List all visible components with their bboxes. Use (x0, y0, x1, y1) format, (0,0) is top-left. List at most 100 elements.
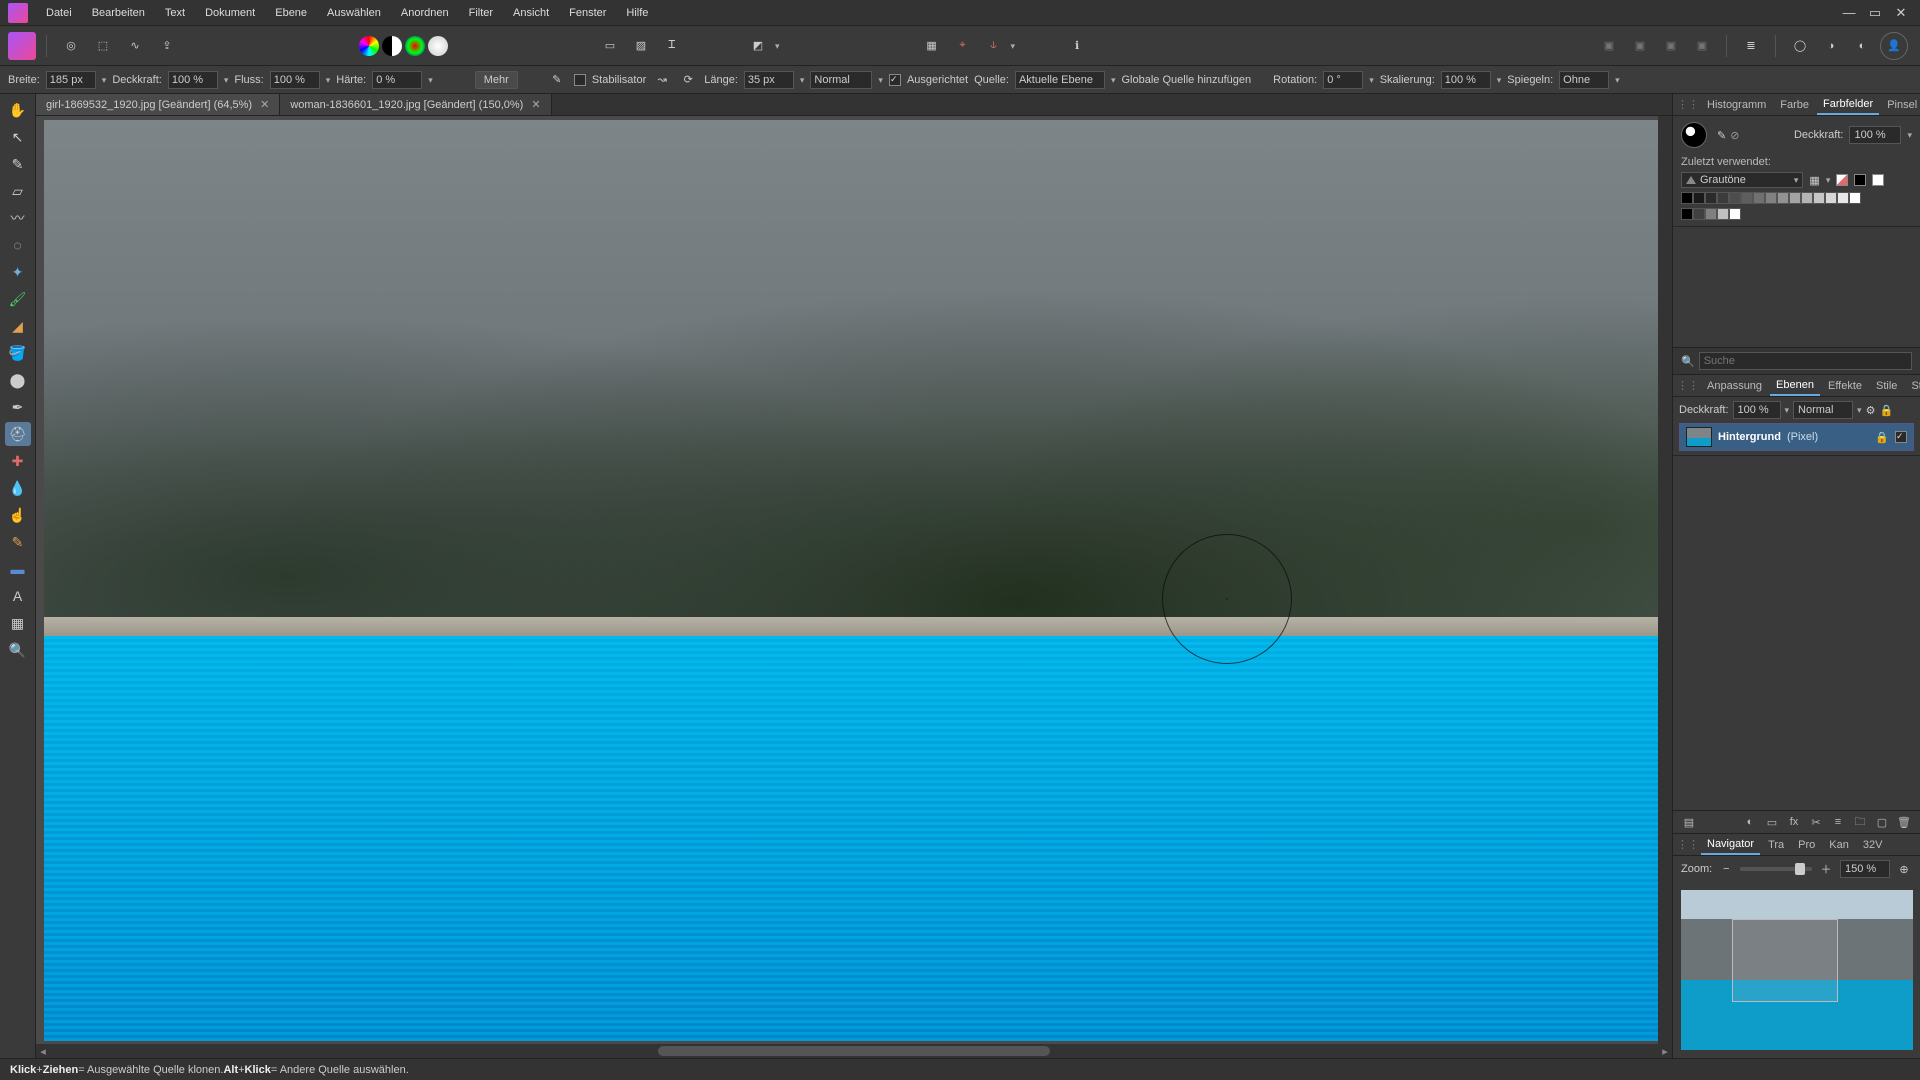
account-icon[interactable]: 👤 (1880, 32, 1908, 60)
current-stroke-swatch[interactable] (1872, 174, 1884, 186)
share-icon[interactable]: ⇪ (153, 32, 181, 60)
gear-icon[interactable]: ⚙ (1866, 404, 1876, 417)
tab-brushes[interactable]: Pinsel (1881, 96, 1920, 114)
canvas[interactable]: ◂ ▸ (36, 116, 1672, 1058)
color-wheel-icon[interactable] (359, 36, 379, 56)
maximize-button[interactable]: ▭ (1868, 6, 1882, 20)
arrange-icon[interactable]: ≣ (1737, 32, 1765, 60)
snap-icon[interactable]: ⌖ (949, 32, 977, 60)
minimize-button[interactable]: — (1842, 6, 1856, 20)
color-picker-tool[interactable]: ✎ (5, 152, 31, 176)
pressure-size-icon[interactable]: ✎ (546, 69, 568, 91)
chevron-down-icon[interactable] (1615, 74, 1620, 86)
align-center-icon[interactable]: ▣ (1626, 32, 1654, 60)
chevron-down-icon[interactable] (775, 40, 780, 52)
width-input[interactable] (46, 71, 96, 89)
fill-tool[interactable]: 🪣 (5, 341, 31, 365)
clone-tool[interactable]: ⛑ (5, 422, 31, 446)
dodge-tool[interactable]: ⬤ (5, 368, 31, 392)
swatch[interactable] (1849, 192, 1861, 204)
zoom-target-icon[interactable]: ⊕ (1896, 861, 1912, 877)
swatch[interactable] (1753, 192, 1765, 204)
zoom-out-icon[interactable]: − (1718, 861, 1734, 877)
fx-icon[interactable]: fx (1786, 814, 1802, 830)
rectangle-tool[interactable]: ▬ (5, 557, 31, 581)
lock-icon[interactable]: 🔒 (1879, 404, 1893, 417)
swatch[interactable] (1705, 208, 1717, 220)
eyedropper-icon[interactable]: ✎ (1717, 129, 1726, 142)
menu-hilfe[interactable]: Hilfe (616, 3, 658, 23)
tab-channels[interactable]: Kan (1823, 836, 1855, 854)
quickmask-icon[interactable]: ◩ (744, 32, 772, 60)
erase-tool[interactable]: ◢ (5, 314, 31, 338)
persona-photo-button[interactable] (8, 32, 36, 60)
tab-swatches[interactable]: Farbfelder (1817, 95, 1879, 115)
magnet-icon[interactable]: ⫝ (980, 32, 1008, 60)
align-left-icon[interactable]: ▣ (1595, 32, 1623, 60)
lock-icon[interactable]: 🔒 (1875, 431, 1889, 444)
flood-select-tool[interactable]: ✦ (5, 260, 31, 284)
swatch[interactable] (1765, 192, 1777, 204)
chevron-down-icon[interactable] (428, 74, 433, 86)
length-input[interactable] (744, 71, 794, 89)
add-layer-icon[interactable]: ▭ (1764, 814, 1780, 830)
text-tool[interactable]: A (5, 584, 31, 608)
subtract-icon[interactable]: ◑ (1817, 32, 1845, 60)
chevron-down-icon[interactable] (800, 74, 805, 86)
tab-layers[interactable]: Ebenen (1770, 376, 1820, 396)
chevron-down-icon[interactable] (1011, 40, 1016, 52)
swatch[interactable] (1729, 192, 1741, 204)
equalizer-icon[interactable]: ∿ (121, 32, 149, 60)
zoom-in-icon[interactable]: ＋ (1818, 861, 1834, 877)
mirror-select[interactable] (1559, 71, 1609, 89)
marquee-icon[interactable]: ▭ (596, 32, 624, 60)
layer-mask-icon[interactable]: ▤ (1681, 814, 1697, 830)
close-icon[interactable]: ✕ (531, 98, 540, 111)
aligned-checkbox[interactable] (889, 74, 901, 86)
swatch[interactable] (1837, 192, 1849, 204)
close-button[interactable]: ✕ (1894, 6, 1908, 20)
swatch-opacity-input[interactable] (1849, 126, 1901, 144)
marquee-off-icon[interactable]: ▨ (627, 32, 655, 60)
menu-text[interactable]: Text (155, 3, 195, 23)
new-pixel-layer-icon[interactable]: ▢ (1874, 814, 1890, 830)
rotation-input[interactable] (1323, 71, 1363, 89)
navigator-thumbnail[interactable] (1681, 890, 1913, 1050)
grid-view-icon[interactable]: ▦ (1809, 174, 1819, 187)
chevron-down-icon[interactable] (1369, 74, 1374, 86)
flow-input[interactable] (270, 71, 320, 89)
tab-adjustment[interactable]: Anpassung (1701, 377, 1768, 395)
zoom-tool[interactable]: 🔍 (5, 638, 31, 662)
blur-tool[interactable]: 💧 (5, 476, 31, 500)
tab-transform[interactable]: Tra (1762, 836, 1790, 854)
merge-icon[interactable]: ≡ (1830, 814, 1846, 830)
pen-tool[interactable]: ✒ (5, 395, 31, 419)
swatch[interactable] (1717, 208, 1729, 220)
selection-brush-tool[interactable]: 〰 (5, 206, 31, 230)
foreground-background-swatch[interactable] (1681, 122, 1707, 148)
doc-tab-2[interactable]: woman-1836601_1920.jpg [Geändert] (150,0… (280, 94, 551, 115)
swatch[interactable] (1813, 192, 1825, 204)
chevron-down-icon[interactable] (1785, 404, 1790, 416)
blend-select[interactable] (810, 71, 872, 89)
paint-brush-tool[interactable]: 🖌 (5, 287, 31, 311)
add-adjustment-icon[interactable]: ◐ (1742, 814, 1758, 830)
align-top-icon[interactable]: ▣ (1688, 32, 1716, 60)
bw-circle-icon[interactable] (382, 36, 402, 56)
hardness-input[interactable] (372, 71, 422, 89)
menu-ebene[interactable]: Ebene (265, 3, 317, 23)
tab-navigator[interactable]: Navigator (1701, 835, 1760, 855)
info-icon[interactable]: ℹ (1063, 32, 1091, 60)
tab-protocol[interactable]: Pro (1792, 836, 1821, 854)
doc-tab-1[interactable]: girl-1869532_1920.jpg [Geändert] (64,5%)… (36, 94, 280, 115)
search-input[interactable] (1699, 352, 1912, 370)
chevron-down-icon[interactable] (1111, 74, 1116, 86)
swatch[interactable] (1705, 192, 1717, 204)
tab-histogram[interactable]: Histogramm (1701, 96, 1772, 114)
menu-filter[interactable]: Filter (459, 3, 503, 23)
swatch[interactable] (1681, 208, 1693, 220)
chevron-down-icon[interactable] (1497, 74, 1502, 86)
align-right-icon[interactable]: ▣ (1657, 32, 1685, 60)
chevron-down-icon[interactable] (102, 74, 107, 86)
swatch[interactable] (1729, 208, 1741, 220)
